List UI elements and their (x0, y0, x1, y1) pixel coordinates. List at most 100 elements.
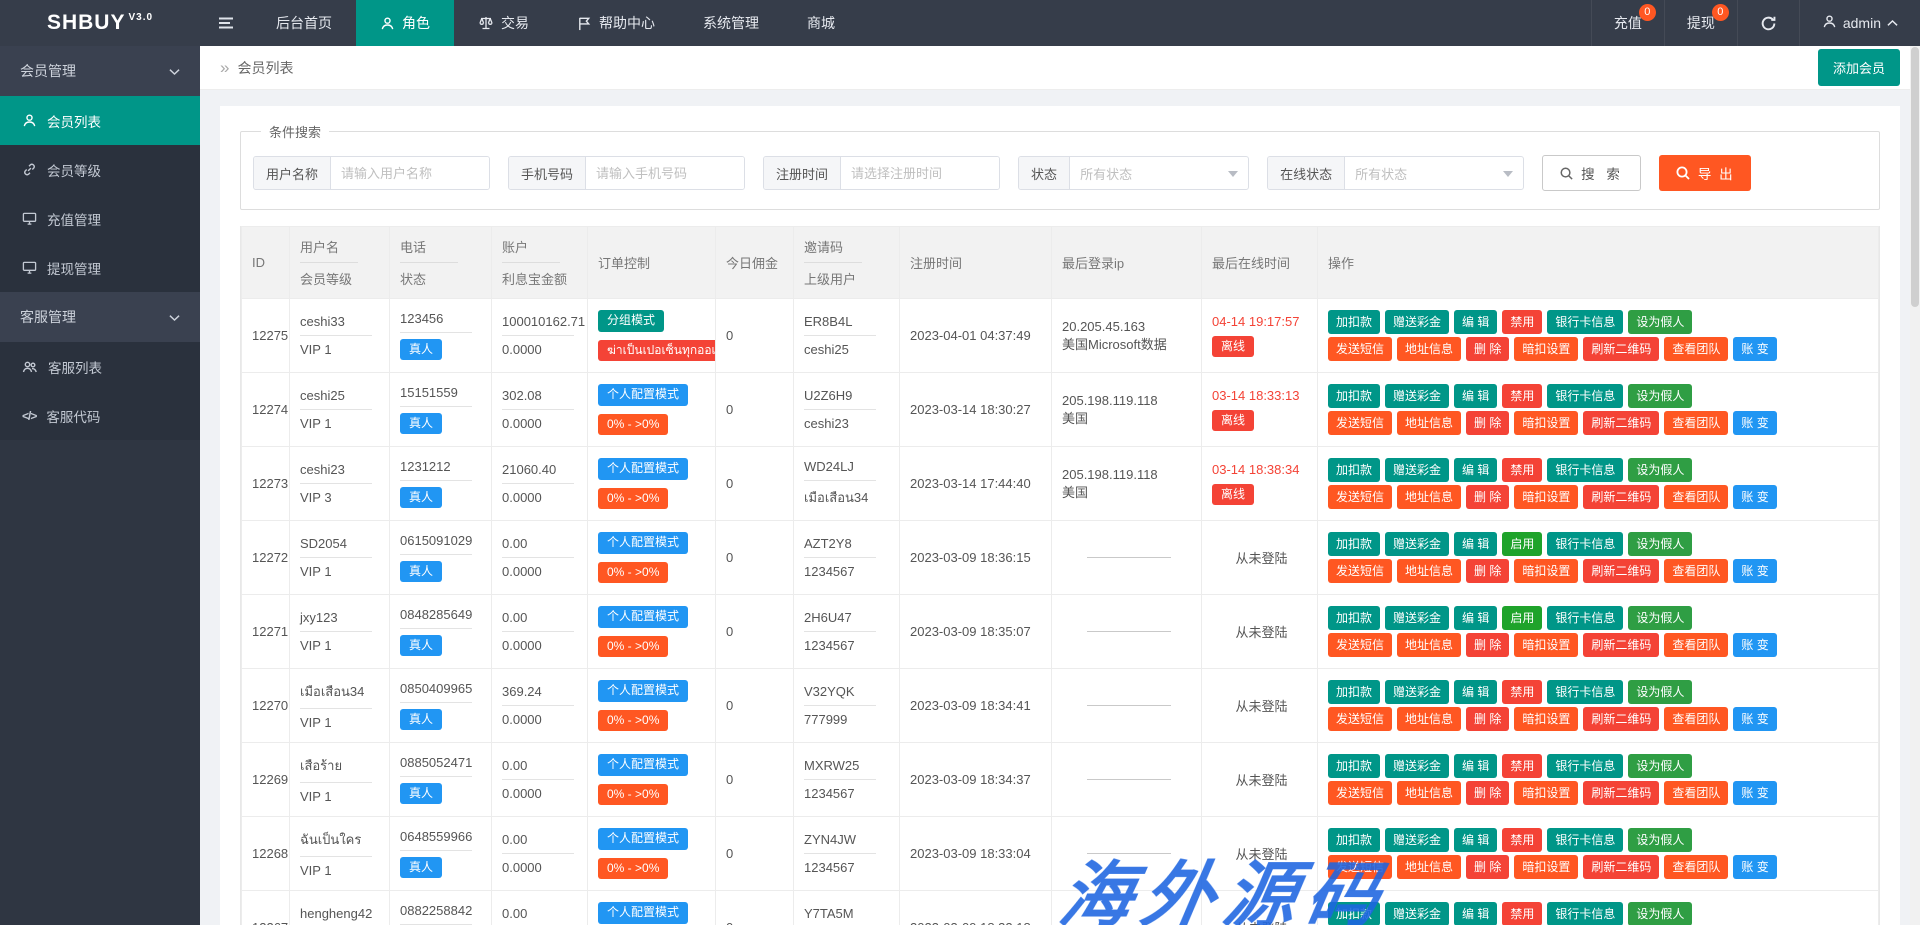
op-button-赠送彩金[interactable]: 赠送彩金 (1385, 606, 1449, 630)
sidebar-item-会员等级[interactable]: 会员等级 (0, 145, 200, 194)
op-button-删除[interactable]: 删 除 (1466, 559, 1509, 583)
withdraw-button[interactable]: 提现 0 (1664, 0, 1737, 46)
op-button-银行卡信息[interactable]: 银行卡信息 (1547, 458, 1623, 482)
sidebar-item-充值管理[interactable]: 充值管理 (0, 194, 200, 243)
op-button-删除[interactable]: 删 除 (1466, 707, 1509, 731)
op-button-暗扣设置[interactable]: 暗扣设置 (1514, 559, 1578, 583)
search-button[interactable]: 搜 索 (1542, 155, 1641, 191)
online-status-select[interactable]: 所有状态 (1345, 157, 1523, 189)
op-button-加扣款[interactable]: 加扣款 (1328, 902, 1380, 925)
export-button[interactable]: 导 出 (1659, 155, 1751, 191)
op-button-发送短信[interactable]: 发送短信 (1328, 559, 1392, 583)
regtime-input[interactable] (841, 157, 999, 189)
op-button-账变[interactable]: 账 变 (1733, 707, 1776, 731)
toggle-enable-button-启用[interactable]: 启用 (1502, 606, 1542, 630)
sidebar-item-会员列表[interactable]: 会员列表 (0, 96, 200, 145)
op-button-加扣款[interactable]: 加扣款 (1328, 384, 1380, 408)
recharge-button[interactable]: 充值 0 (1591, 0, 1664, 46)
op-button-编辑[interactable]: 编 辑 (1454, 310, 1497, 334)
toggle-enable-button-禁用[interactable]: 禁用 (1502, 458, 1542, 482)
toggle-enable-button-启用[interactable]: 启用 (1502, 532, 1542, 556)
op-button-刷新二维码[interactable]: 刷新二维码 (1583, 337, 1659, 361)
toggle-enable-button-禁用[interactable]: 禁用 (1502, 384, 1542, 408)
op-button-删除[interactable]: 删 除 (1466, 855, 1509, 879)
op-button-账变[interactable]: 账 变 (1733, 411, 1776, 435)
op-button-银行卡信息[interactable]: 银行卡信息 (1547, 606, 1623, 630)
op-button-编辑[interactable]: 编 辑 (1454, 680, 1497, 704)
op-button-暗扣设置[interactable]: 暗扣设置 (1514, 707, 1578, 731)
op-button-发送短信[interactable]: 发送短信 (1328, 707, 1392, 731)
toggle-enable-button-禁用[interactable]: 禁用 (1502, 310, 1542, 334)
op-button-发送短信[interactable]: 发送短信 (1328, 337, 1392, 361)
toggle-enable-button-禁用[interactable]: 禁用 (1502, 828, 1542, 852)
op-button-编辑[interactable]: 编 辑 (1454, 754, 1497, 778)
op-button-编辑[interactable]: 编 辑 (1454, 902, 1497, 925)
op-button-加扣款[interactable]: 加扣款 (1328, 606, 1380, 630)
op-button-银行卡信息[interactable]: 银行卡信息 (1547, 532, 1623, 556)
op-button-设为假人[interactable]: 设为假人 (1628, 828, 1692, 852)
op-button-发送短信[interactable]: 发送短信 (1328, 411, 1392, 435)
user-menu[interactable]: admin (1799, 0, 1920, 46)
op-button-加扣款[interactable]: 加扣款 (1328, 828, 1380, 852)
op-button-刷新二维码[interactable]: 刷新二维码 (1583, 855, 1659, 879)
op-button-暗扣设置[interactable]: 暗扣设置 (1514, 337, 1578, 361)
op-button-赠送彩金[interactable]: 赠送彩金 (1385, 828, 1449, 852)
op-button-刷新二维码[interactable]: 刷新二维码 (1583, 633, 1659, 657)
op-button-地址信息[interactable]: 地址信息 (1397, 633, 1461, 657)
nav-item-角色[interactable]: 角色 (356, 0, 454, 46)
sidebar-item-客服代码[interactable]: </>客服代码 (0, 391, 200, 440)
op-button-加扣款[interactable]: 加扣款 (1328, 310, 1380, 334)
phone-input[interactable] (586, 157, 744, 189)
op-button-删除[interactable]: 删 除 (1466, 781, 1509, 805)
op-button-刷新二维码[interactable]: 刷新二维码 (1583, 781, 1659, 805)
op-button-设为假人[interactable]: 设为假人 (1628, 532, 1692, 556)
add-member-button[interactable]: 添加会员 (1818, 49, 1900, 86)
op-button-发送短信[interactable]: 发送短信 (1328, 781, 1392, 805)
op-button-暗扣设置[interactable]: 暗扣设置 (1514, 485, 1578, 509)
sidebar-item-提现管理[interactable]: 提现管理 (0, 243, 200, 292)
op-button-查看团队[interactable]: 查看团队 (1664, 781, 1728, 805)
toggle-enable-button-禁用[interactable]: 禁用 (1502, 680, 1542, 704)
op-button-设为假人[interactable]: 设为假人 (1628, 458, 1692, 482)
op-button-刷新二维码[interactable]: 刷新二维码 (1583, 559, 1659, 583)
op-button-加扣款[interactable]: 加扣款 (1328, 532, 1380, 556)
op-button-银行卡信息[interactable]: 银行卡信息 (1547, 310, 1623, 334)
nav-item-商城[interactable]: 商城 (783, 0, 859, 46)
nav-item-后台首页[interactable]: 后台首页 (252, 0, 356, 46)
sidebar-group-会员管理[interactable]: 会员管理 (0, 46, 200, 96)
op-button-编辑[interactable]: 编 辑 (1454, 458, 1497, 482)
op-button-发送短信[interactable]: 发送短信 (1328, 855, 1392, 879)
op-button-暗扣设置[interactable]: 暗扣设置 (1514, 781, 1578, 805)
op-button-设为假人[interactable]: 设为假人 (1628, 754, 1692, 778)
op-button-刷新二维码[interactable]: 刷新二维码 (1583, 485, 1659, 509)
op-button-加扣款[interactable]: 加扣款 (1328, 458, 1380, 482)
sidebar-group-客服管理[interactable]: 客服管理 (0, 292, 200, 342)
op-button-地址信息[interactable]: 地址信息 (1397, 781, 1461, 805)
op-button-编辑[interactable]: 编 辑 (1454, 606, 1497, 630)
op-button-账变[interactable]: 账 变 (1733, 559, 1776, 583)
op-button-赠送彩金[interactable]: 赠送彩金 (1385, 310, 1449, 334)
op-button-账变[interactable]: 账 变 (1733, 781, 1776, 805)
refresh-icon[interactable] (1737, 0, 1799, 46)
op-button-查看团队[interactable]: 查看团队 (1664, 411, 1728, 435)
scrollbar-thumb[interactable] (1911, 47, 1919, 307)
nav-item-帮助中心[interactable]: 帮助中心 (553, 0, 679, 46)
nav-item-交易[interactable]: 交易 (454, 0, 553, 46)
op-button-赠送彩金[interactable]: 赠送彩金 (1385, 384, 1449, 408)
op-button-账变[interactable]: 账 变 (1733, 855, 1776, 879)
op-button-暗扣设置[interactable]: 暗扣设置 (1514, 411, 1578, 435)
op-button-编辑[interactable]: 编 辑 (1454, 532, 1497, 556)
op-button-编辑[interactable]: 编 辑 (1454, 384, 1497, 408)
op-button-删除[interactable]: 删 除 (1466, 485, 1509, 509)
op-button-地址信息[interactable]: 地址信息 (1397, 559, 1461, 583)
op-button-暗扣设置[interactable]: 暗扣设置 (1514, 633, 1578, 657)
op-button-账变[interactable]: 账 变 (1733, 633, 1776, 657)
op-button-银行卡信息[interactable]: 银行卡信息 (1547, 828, 1623, 852)
op-button-赠送彩金[interactable]: 赠送彩金 (1385, 902, 1449, 925)
op-button-地址信息[interactable]: 地址信息 (1397, 337, 1461, 361)
op-button-赠送彩金[interactable]: 赠送彩金 (1385, 754, 1449, 778)
op-button-银行卡信息[interactable]: 银行卡信息 (1547, 902, 1623, 925)
op-button-暗扣设置[interactable]: 暗扣设置 (1514, 855, 1578, 879)
op-button-设为假人[interactable]: 设为假人 (1628, 902, 1692, 925)
op-button-设为假人[interactable]: 设为假人 (1628, 606, 1692, 630)
